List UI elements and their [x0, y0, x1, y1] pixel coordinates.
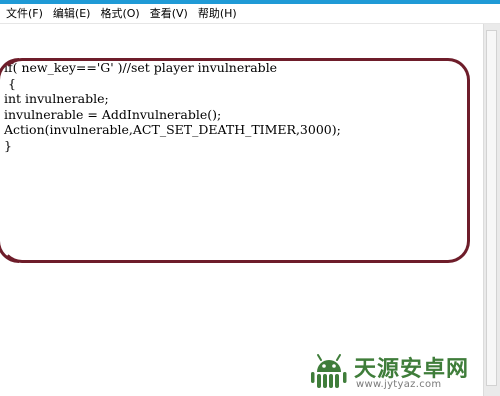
vertical-scrollbar[interactable] [483, 24, 500, 396]
menu-help[interactable]: 帮助(H) [193, 4, 242, 23]
scrollbar-thumb[interactable] [486, 30, 497, 386]
menu-edit[interactable]: 编辑(E) [48, 4, 96, 23]
menu-view[interactable]: 查看(V) [145, 4, 193, 23]
menu-bar: 文件(F) 编辑(E) 格式(O) 查看(V) 帮助(H) [0, 4, 500, 24]
menu-format[interactable]: 格式(O) [95, 4, 144, 23]
android-robot-icon [311, 354, 347, 388]
menu-file[interactable]: 文件(F) [0, 4, 48, 23]
watermark: 天源安卓网 www.jytyaz.com [308, 350, 498, 392]
watermark-url: www.jytyaz.com [356, 379, 442, 390]
highlight-annotation-box [0, 58, 470, 263]
text-editor-area[interactable]: if( new_key=='G' )//set player invulnera… [0, 24, 483, 396]
